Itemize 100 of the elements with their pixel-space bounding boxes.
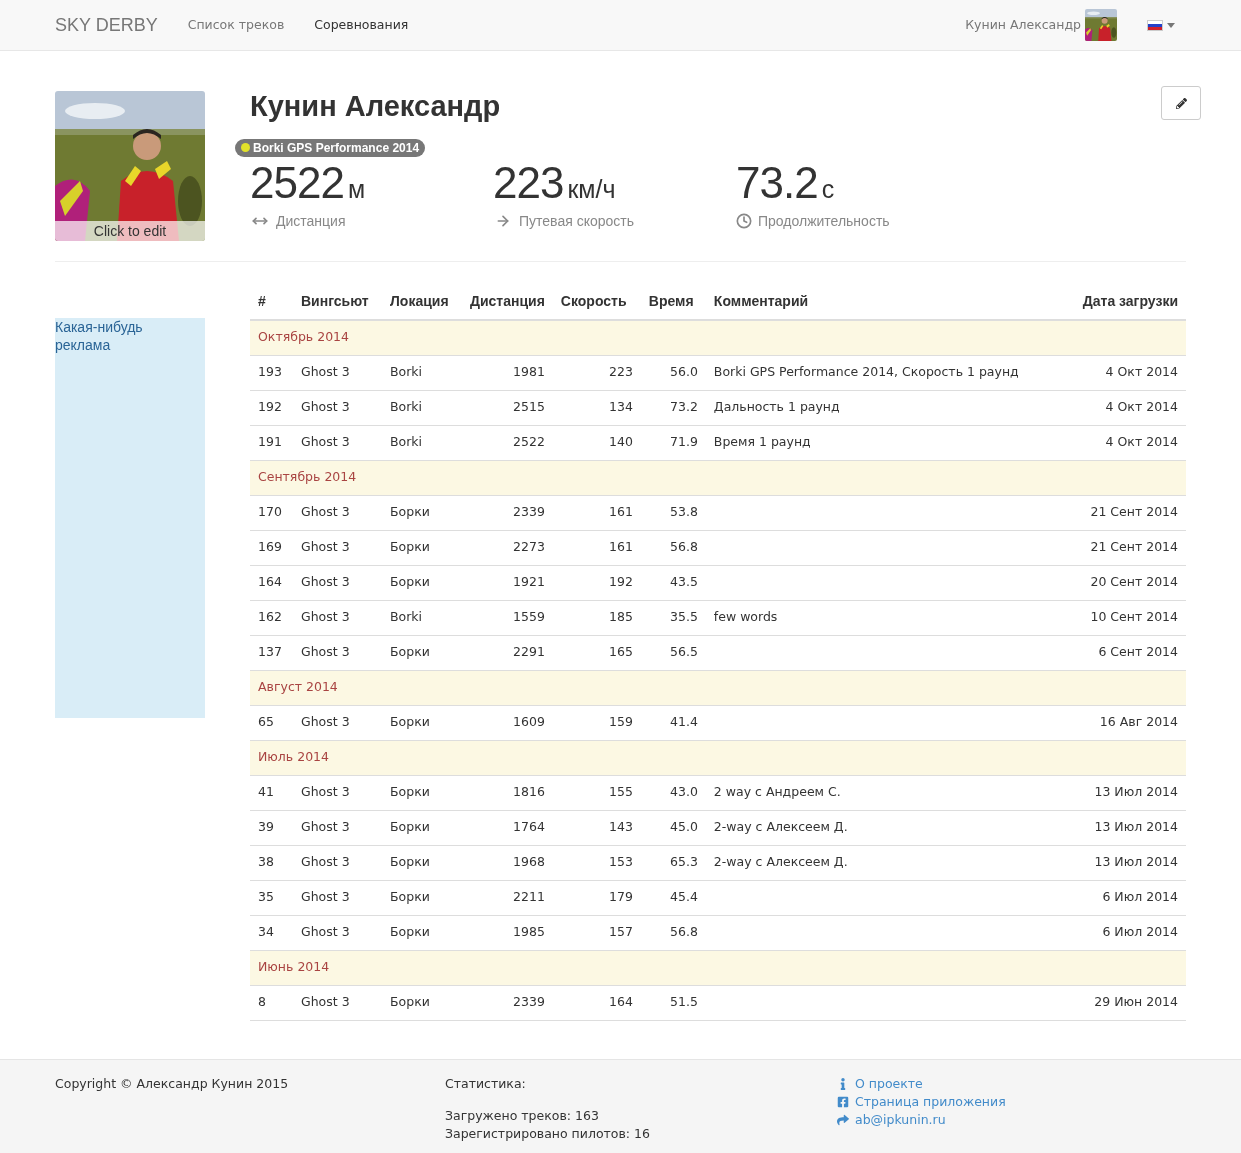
table-cell: 169	[258, 539, 282, 555]
edit-button[interactable]	[1161, 86, 1201, 120]
table-cell: 38	[258, 854, 274, 870]
table-cell: 56.5	[670, 644, 698, 660]
table-cell: 137	[258, 644, 282, 660]
table-cell: 53.8	[670, 504, 698, 520]
table-cell: 2-way с Алексеем Д.	[713, 854, 848, 870]
month-heading: Июль 2014	[258, 749, 329, 765]
table-cell: 4 Окт 2014	[1105, 364, 1178, 380]
table-cell: 191	[258, 434, 282, 450]
stats-line: Зарегистрировано пилотов: 16	[445, 1124, 651, 1143]
column-header[interactable]: #	[258, 293, 266, 309]
table-cell: 20 Сент 2014	[1090, 574, 1178, 590]
month-heading: Август 2014	[258, 679, 338, 695]
stat-unit: м	[347, 174, 366, 205]
column-header[interactable]: Вингсьют	[301, 293, 369, 309]
profile-photo[interactable]: Click to edit	[55, 91, 205, 241]
ad-link[interactable]: Какая-нибудь реклама	[55, 318, 155, 354]
table-cell: Borki	[390, 609, 423, 625]
table-cell: Borki	[390, 434, 423, 450]
table-cell: Ghost 3	[301, 714, 350, 730]
table-cell: Ghost 3	[301, 819, 350, 835]
profile-name: Кунин Александр	[250, 91, 501, 121]
table-cell: 56.8	[670, 924, 698, 940]
stats-line: Загружено треков: 163	[445, 1106, 600, 1125]
table-cell: 41	[258, 784, 274, 800]
table-cell: 134	[609, 399, 633, 415]
table-cell: 65	[258, 714, 274, 730]
column-header[interactable]: Скорость	[560, 293, 627, 309]
stat-value: 223	[493, 161, 564, 205]
column-header[interactable]: Дата загрузки	[1082, 293, 1178, 309]
stats-title: Статистика:	[445, 1075, 527, 1093]
table-cell: 10 Сент 2014	[1090, 609, 1178, 625]
table-cell: 73.2	[670, 399, 698, 415]
table-cell: 192	[609, 574, 633, 590]
table-cell: Время 1 раунд	[713, 434, 811, 450]
table-cell: 2339	[513, 504, 545, 520]
column-header[interactable]: Дистанция	[470, 293, 545, 309]
table-cell: 2339	[513, 994, 545, 1010]
brand-logo[interactable]: SKY DERBY	[55, 11, 158, 39]
table-cell: 43.5	[670, 574, 698, 590]
stat-unit: с	[821, 174, 835, 205]
table-cell: Борки	[390, 539, 430, 555]
table-cell: 4 Окт 2014	[1105, 434, 1178, 450]
table-cell: Ghost 3	[301, 539, 350, 555]
table-cell: Borki GPS Performance 2014, Скорость 1 раунд	[713, 364, 1019, 380]
table-cell: 39	[258, 819, 274, 835]
table-cell: 162	[258, 609, 282, 625]
table-cell: 13 Июл 2014	[1094, 819, 1178, 835]
table-cell: 164	[609, 994, 633, 1010]
column-header[interactable]: Время	[648, 293, 694, 309]
table-cell: 223	[609, 364, 633, 380]
table-cell: 1968	[513, 854, 545, 870]
flag-icon[interactable]	[1147, 19, 1163, 31]
table-cell: Ghost 3	[301, 574, 350, 590]
user-name[interactable]: Кунин Александр	[965, 15, 1081, 35]
table-cell: 4 Окт 2014	[1105, 399, 1178, 415]
table-cell: 1764	[513, 819, 545, 835]
month-heading: Сентябрь 2014	[258, 469, 357, 485]
table-cell: 43.0	[670, 784, 698, 800]
table-cell: Дальность 1 раунд	[713, 399, 840, 415]
nav-link[interactable]: Соревнования	[314, 15, 409, 35]
caret-icon[interactable]	[1167, 22, 1175, 28]
table-cell: 2522	[513, 434, 545, 450]
sun-icon	[241, 143, 250, 152]
stat-value: 2522	[250, 161, 344, 205]
table-cell: 65.3	[670, 854, 698, 870]
table-cell: 161	[609, 504, 633, 520]
table-cell: 1985	[513, 924, 545, 940]
table-cell: Ghost 3	[301, 854, 350, 870]
share-icon	[837, 1114, 849, 1126]
table-cell: Борки	[390, 819, 430, 835]
table-cell: 45.0	[670, 819, 698, 835]
table-cell: Borki	[390, 364, 423, 380]
table-cell: Ghost 3	[301, 434, 350, 450]
table-cell: Борки	[390, 854, 430, 870]
table-cell: Ghost 3	[301, 994, 350, 1010]
badge-label: Borki GPS Performance 2014	[253, 139, 420, 157]
table-cell: 155	[609, 784, 633, 800]
table-cell: 8	[258, 994, 266, 1010]
table-cell: 34	[258, 924, 274, 940]
table-cell: 161	[609, 539, 633, 555]
table-cell: 2 way с Андреем С.	[713, 784, 841, 800]
table-cell: Ghost 3	[301, 609, 350, 625]
table-cell: 71.9	[670, 434, 698, 450]
table-cell: 16 Авг 2014	[1099, 714, 1178, 730]
table-cell: 192	[258, 399, 282, 415]
nav-link[interactable]: Список треков	[187, 15, 285, 35]
table-cell: 1609	[513, 714, 545, 730]
column-header[interactable]: Локация	[390, 293, 449, 309]
pencil-icon	[1175, 97, 1187, 109]
table-cell: 143	[609, 819, 633, 835]
table-cell: 35.5	[670, 609, 698, 625]
table-cell: 6 Сент 2014	[1098, 644, 1178, 660]
event-badge[interactable]: Borki GPS Performance 2014	[235, 138, 426, 157]
table-cell: 6 Июл 2014	[1102, 924, 1178, 940]
column-header[interactable]: Комментарий	[713, 293, 809, 309]
table-cell: 29 Июн 2014	[1094, 994, 1178, 1010]
table-cell: 140	[609, 434, 633, 450]
photo-caption[interactable]: Click to edit	[55, 221, 205, 241]
